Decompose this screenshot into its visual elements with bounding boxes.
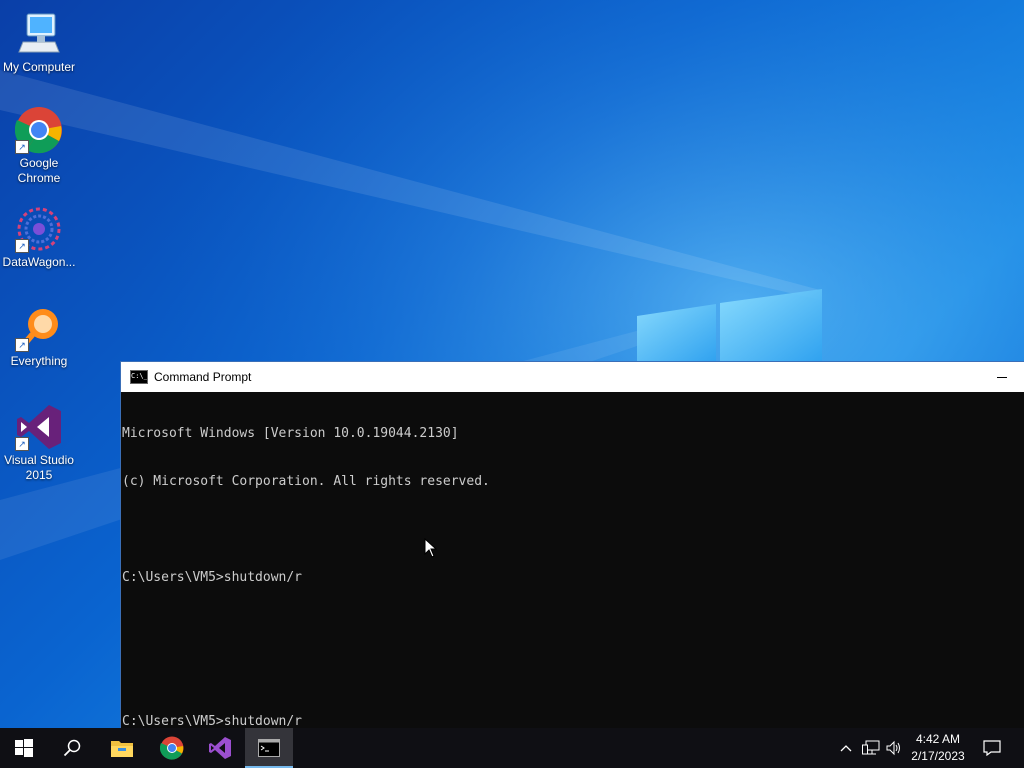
taskbar: 4:42 AM 2/17/2023 [0,728,1024,768]
command-prompt-window[interactable]: C:\_ Command Prompt Microsoft Windows [V… [120,361,1024,729]
desktop-icon-everything[interactable]: ↗ Everything [0,304,78,369]
console-line: C:\Users\VM5>shutdown/r [122,570,303,585]
taskbar-clock[interactable]: 4:42 AM 2/17/2023 [900,728,976,768]
desktop-icon-datawagon[interactable]: ↗ DataWagon... [0,205,78,270]
shortcut-arrow-icon: ↗ [15,239,29,253]
console-line: (c) Microsoft Corporation. All rights re… [122,474,490,489]
desktop-icon-label: Visual Studio 2015 [4,453,74,482]
notification-icon [983,740,1001,756]
taskbar-file-explorer[interactable] [98,728,146,768]
shortcut-arrow-icon: ↗ [15,338,29,352]
visual-studio-icon: ↗ [15,403,63,451]
desktop-icon-label: My Computer [2,60,76,74]
console-line: Microsoft Windows [Version 10.0.19044.21… [122,426,459,441]
computer-icon [15,10,63,58]
start-icon [15,739,33,757]
window-titlebar[interactable]: C:\_ Command Prompt [121,362,1024,392]
desktop-icon-my-computer[interactable]: My Computer [0,10,78,75]
desktop-icon-visual-studio-2015[interactable]: ↗ Visual Studio 2015 [0,403,78,483]
minimize-button[interactable] [979,362,1024,392]
command-prompt-icon: C:\_ [130,370,148,384]
window-title: Command Prompt [154,370,252,384]
desktop-icon-label: DataWagon... [2,255,76,269]
mouse-pointer-icon [424,538,438,558]
chrome-icon [160,736,184,760]
desktop-icon-google-chrome[interactable]: ↗ Google Chrome [0,106,78,186]
minimize-icon [997,376,1007,378]
network-status[interactable] [860,728,882,768]
network-icon [862,740,880,755]
file-explorer-icon [111,741,133,757]
datawagon-icon: ↗ [15,205,63,253]
taskbar-visual-studio[interactable] [196,728,244,768]
desktop-icon-label: Everything [10,354,68,368]
search-icon [63,739,81,757]
visual-studio-icon [209,737,231,759]
shortcut-arrow-icon: ↗ [15,437,29,451]
chevron-up-icon [840,745,852,752]
clock-time: 4:42 AM [915,732,961,746]
chrome-icon: ↗ [14,106,63,154]
search-button[interactable] [48,728,96,768]
action-center-button[interactable] [978,728,1006,768]
command-prompt-icon [258,739,280,757]
clock-date: 2/17/2023 [911,749,965,763]
taskbar-command-prompt[interactable] [245,728,293,768]
show-hidden-icons-button[interactable] [836,728,856,768]
console-output[interactable]: Microsoft Windows [Version 10.0.19044.21… [121,392,1024,762]
desktop-icon-label: Google Chrome [17,156,61,185]
everything-search-icon: ↗ [15,304,63,352]
start-button[interactable] [0,728,48,768]
taskbar-chrome[interactable] [148,728,196,768]
shortcut-arrow-icon: ↗ [15,140,29,154]
